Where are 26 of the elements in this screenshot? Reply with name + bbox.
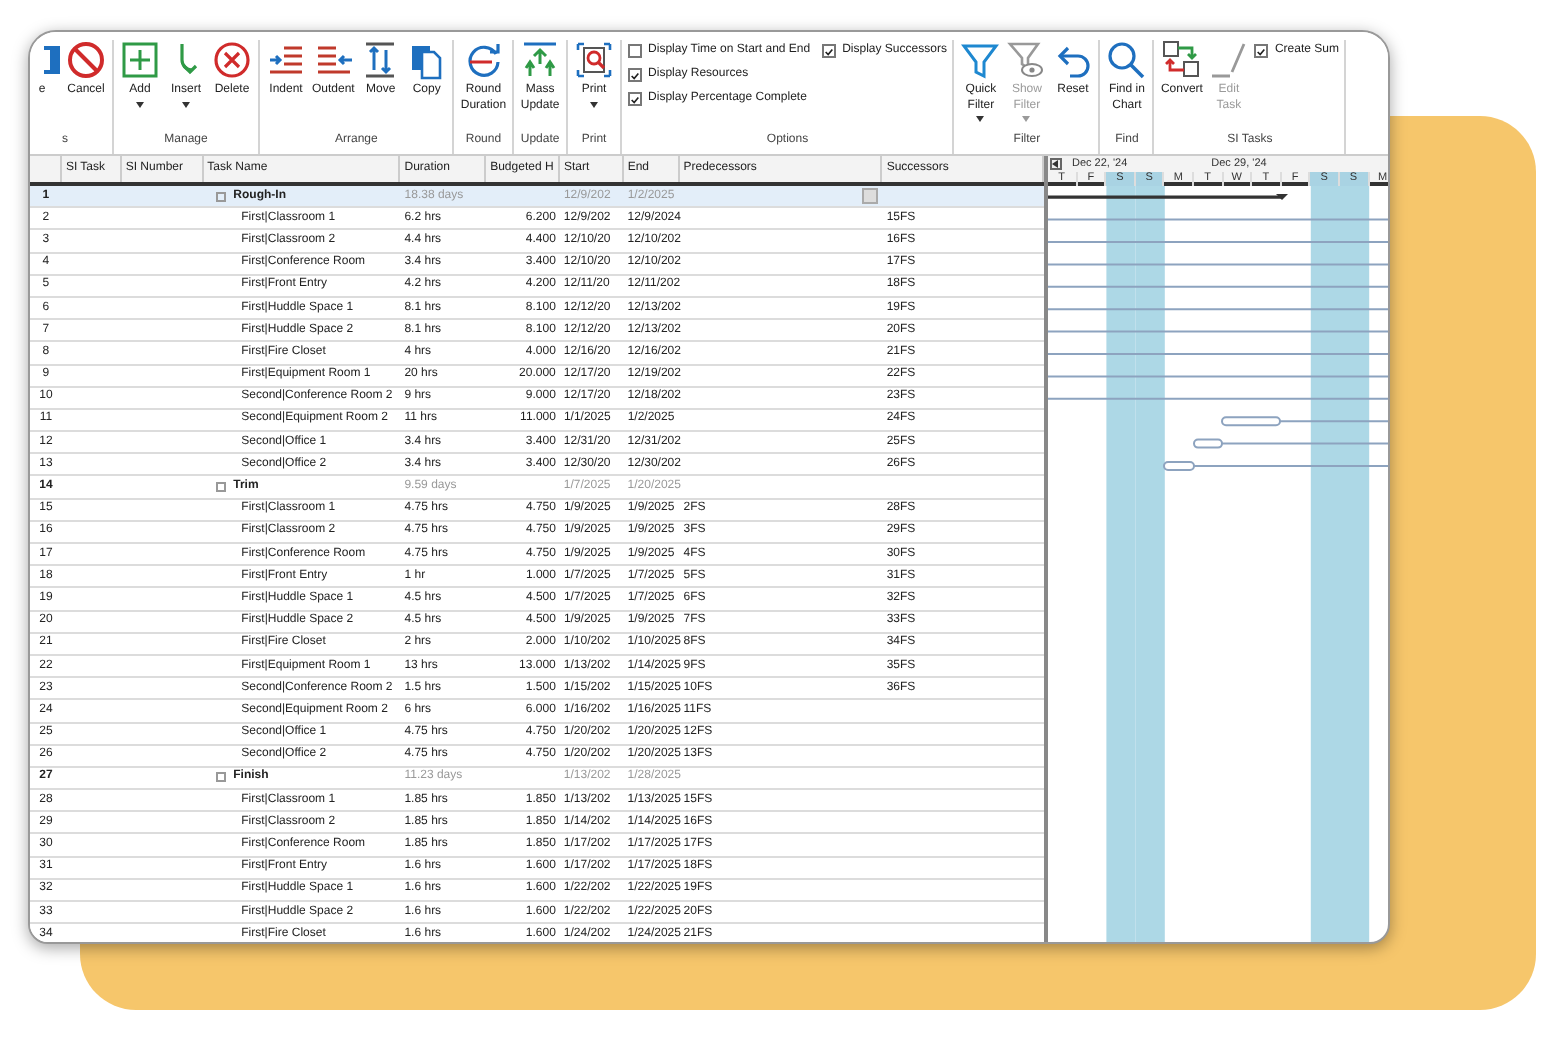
checkbox[interactable] xyxy=(822,44,837,58)
cell-editor[interactable] xyxy=(862,188,879,205)
print-preview-icon xyxy=(574,40,615,80)
arrows-up-icon xyxy=(520,40,561,80)
scroll-left-icon[interactable] xyxy=(1050,157,1062,170)
checkbox[interactable] xyxy=(628,44,643,58)
collapse-icon[interactable] xyxy=(215,772,226,783)
checkbox[interactable] xyxy=(628,68,643,82)
cancel-icon xyxy=(66,40,106,80)
link-line xyxy=(1279,420,1388,423)
task-bar[interactable] xyxy=(1193,438,1223,449)
checkbox[interactable] xyxy=(1254,44,1269,58)
copy-icon xyxy=(406,40,447,80)
collapse-icon[interactable] xyxy=(215,482,226,493)
plus-icon xyxy=(120,40,160,80)
filter-icon xyxy=(960,40,1001,80)
convert-icon xyxy=(1161,40,1202,80)
task-bar[interactable] xyxy=(1163,461,1195,471)
round-icon xyxy=(463,40,504,80)
pen-icon xyxy=(1208,40,1249,80)
search-icon xyxy=(1106,40,1147,80)
filter-eye-icon xyxy=(1006,40,1047,80)
task-bar[interactable] xyxy=(1221,416,1281,427)
collapse-icon[interactable] xyxy=(215,191,226,202)
checkbox[interactable] xyxy=(628,92,643,106)
delete-icon xyxy=(212,40,252,80)
